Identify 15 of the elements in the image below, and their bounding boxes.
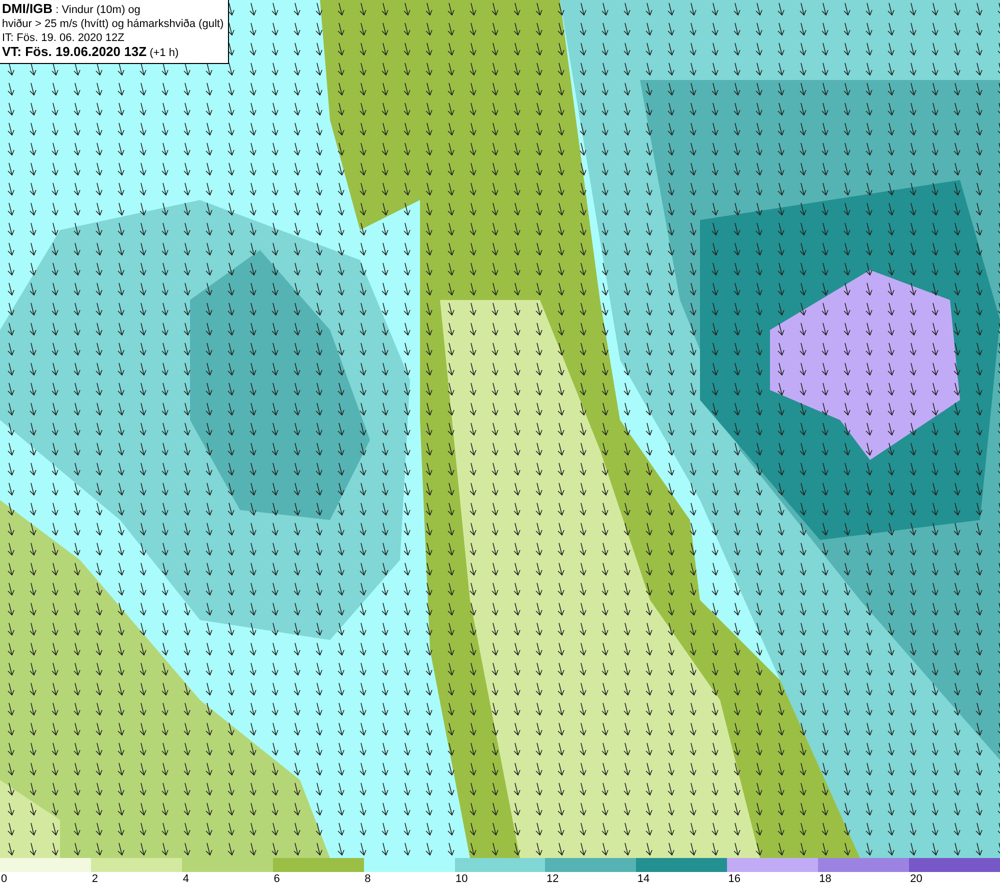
legend-label: 4 xyxy=(182,872,189,886)
legend-label: 12 xyxy=(545,872,559,886)
legend-label: 8 xyxy=(364,872,371,886)
legend-label: 18 xyxy=(818,872,832,886)
legend-label: 6 xyxy=(272,872,280,886)
info-text: IT: Fös. 19. 06. 2020 12Z xyxy=(2,31,126,45)
legend-label: 14 xyxy=(636,872,650,886)
legend-label: 20 xyxy=(909,872,922,886)
info-text: DMI/IGB : Vindur (10m) og xyxy=(2,2,142,17)
info-text: hviður > 25 m/s (hvítt) og hámarkshviða (gult) xyxy=(2,17,224,31)
info-text: VT: Fös. 19.06.2020 13Z (+1 h) xyxy=(2,45,180,60)
legend-label: 2 xyxy=(90,872,98,886)
legend-label: 0 xyxy=(0,872,8,886)
legend-label: 10 xyxy=(454,872,468,886)
legend-label: 16 xyxy=(727,872,741,886)
